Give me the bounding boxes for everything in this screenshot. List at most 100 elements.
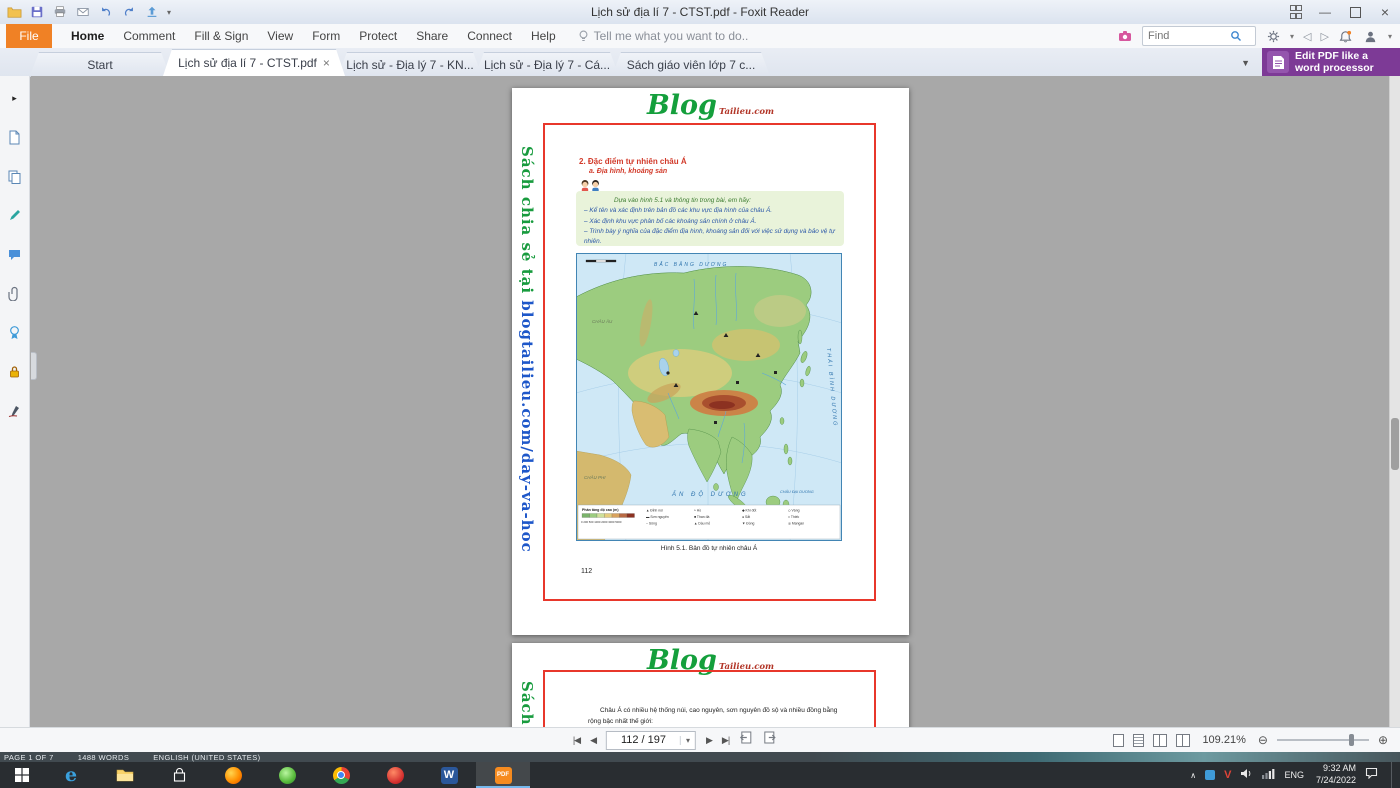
continuous-view-icon[interactable] bbox=[1133, 734, 1144, 747]
action-center-icon[interactable] bbox=[1365, 766, 1378, 784]
next-view-icon[interactable] bbox=[763, 731, 777, 749]
document-canvas[interactable]: Blog Tailieu.com Sách chia sẻ tại blogta… bbox=[31, 76, 1400, 728]
legend-item: ■ Than đá bbox=[694, 515, 709, 519]
taskbar-red-app-icon[interactable] bbox=[368, 762, 422, 788]
ribbon-tab-protect[interactable]: Protect bbox=[359, 29, 397, 43]
watermark-text-2: blogtailieu.com/day-va-hoc bbox=[518, 300, 536, 552]
panel-splitter-grip[interactable] bbox=[31, 352, 37, 380]
continuous-facing-view-icon[interactable] bbox=[1176, 734, 1190, 747]
security-lock-icon[interactable] bbox=[7, 363, 23, 379]
taskbar-foxit-icon-active[interactable]: PDF bbox=[476, 762, 530, 788]
edit-pdf-promo-button[interactable]: Edit PDF like aword processor bbox=[1262, 48, 1400, 76]
ribbon-tab-bar: File Home Comment Fill & Sign View Form … bbox=[0, 24, 1400, 49]
facing-view-icon[interactable] bbox=[1153, 734, 1167, 747]
taskbar-clock[interactable]: 9:32 AM 7/24/2022 bbox=[1316, 763, 1356, 786]
page-thumbnails-icon[interactable] bbox=[7, 129, 23, 145]
taskbar-word-icon[interactable]: W bbox=[422, 762, 476, 788]
digital-signature-badge-icon[interactable] bbox=[7, 324, 23, 340]
maximize-button[interactable] bbox=[1340, 0, 1370, 24]
doc-tab-ca[interactable]: Lịch sử - Địa lý 7 - Cá... bbox=[475, 52, 619, 76]
close-tab-icon[interactable]: × bbox=[323, 56, 330, 70]
tab-list-dropdown-icon[interactable]: ▼ bbox=[1241, 58, 1250, 68]
asia-physical-map: BẮC BĂNG DƯƠNG THÁI BÌNH DƯƠNG ẤN ĐỘ DƯƠ… bbox=[576, 253, 842, 541]
ribbon-tab-fill-sign[interactable]: Fill & Sign bbox=[194, 29, 248, 43]
bookmark-edit-icon[interactable] bbox=[7, 207, 23, 223]
page-number-box[interactable]: 112 / 197 ▾ bbox=[606, 731, 696, 750]
last-page-button[interactable]: ▶| bbox=[722, 735, 729, 746]
ribbon-tab-home[interactable]: Home bbox=[71, 29, 104, 43]
ribbon-tab-help[interactable]: Help bbox=[531, 29, 556, 43]
legend-item: ● Sắt bbox=[742, 514, 750, 519]
word-status-language[interactable]: ENGLISH (UNITED STATES) bbox=[153, 753, 260, 762]
taskbar-firefox-icon[interactable] bbox=[206, 762, 260, 788]
zoom-slider-thumb[interactable] bbox=[1349, 734, 1354, 746]
minimize-button[interactable]: — bbox=[1310, 0, 1340, 24]
show-desktop-button[interactable] bbox=[1391, 762, 1397, 788]
close-button[interactable]: × bbox=[1370, 0, 1400, 24]
map-label-oceania: CHÂU ĐẠI DƯƠNG bbox=[780, 489, 814, 494]
single-page-view-icon[interactable] bbox=[1113, 734, 1124, 747]
tell-me-box[interactable]: Tell me what you want to do.. bbox=[578, 29, 749, 43]
attachments-icon[interactable] bbox=[7, 285, 23, 301]
comments-panel-icon[interactable] bbox=[7, 246, 23, 262]
settings-dropdown-icon[interactable]: ▾ bbox=[1290, 32, 1294, 41]
doc-tab-sgv[interactable]: Sách giáo viên lớp 7 c... bbox=[612, 52, 770, 76]
signature-pen-icon[interactable] bbox=[7, 402, 23, 418]
ribbon-tab-form[interactable]: Form bbox=[312, 29, 340, 43]
scrollbar-thumb[interactable] bbox=[1391, 418, 1399, 470]
network-icon[interactable] bbox=[1262, 766, 1275, 784]
map-label-africa: CHÂU PHI bbox=[584, 474, 606, 480]
settings-gear-icon[interactable] bbox=[1265, 28, 1281, 44]
page-dropdown-icon[interactable]: ▾ bbox=[680, 736, 695, 745]
snapshot-icon[interactable] bbox=[1117, 28, 1133, 44]
doc-tab-kn[interactable]: Lịch sử - Địa lý 7 - KN... bbox=[338, 52, 482, 76]
search-icon[interactable] bbox=[1230, 30, 1242, 42]
previous-view-icon[interactable] bbox=[739, 731, 753, 749]
doc-tab-ctst-active[interactable]: Lịch sử địa lí 7 - CTST.pdf× bbox=[163, 49, 345, 76]
taskbar-store-icon[interactable] bbox=[152, 762, 206, 788]
zoom-slider[interactable] bbox=[1277, 739, 1369, 741]
start-button[interactable] bbox=[0, 762, 44, 788]
tray-app-icon-blue[interactable] bbox=[1205, 770, 1215, 780]
next-page-button[interactable]: ▶ bbox=[706, 735, 712, 746]
find-input[interactable] bbox=[1146, 29, 1230, 43]
language-indicator[interactable]: ENG bbox=[1284, 770, 1304, 780]
panel-expand-icon[interactable]: ▸ bbox=[7, 90, 23, 106]
ribbon-tab-comment[interactable]: Comment bbox=[123, 29, 175, 43]
watermark-text-1: Sách chia sẻ tại bbox=[518, 681, 536, 728]
notification-bell-icon[interactable] bbox=[1338, 28, 1354, 44]
legend-item: ◆ Khí đốt bbox=[742, 509, 756, 513]
taskbar-edge-icon[interactable]: e bbox=[44, 762, 98, 788]
page-number-value[interactable]: 112 / 197 bbox=[607, 734, 680, 746]
doc-tab-start[interactable]: Start bbox=[30, 52, 170, 76]
ribbon-tab-connect[interactable]: Connect bbox=[467, 29, 512, 43]
blog-logo: Blog Tailieu.com bbox=[512, 92, 909, 119]
zoom-out-button[interactable]: ⊖ bbox=[1258, 733, 1268, 747]
zoom-percentage[interactable]: 109.21% bbox=[1202, 734, 1245, 746]
taskbar-file-explorer-icon[interactable] bbox=[98, 762, 152, 788]
taskbar-coccoc-icon[interactable] bbox=[260, 762, 314, 788]
word-status-page[interactable]: PAGE 1 OF 7 bbox=[4, 753, 54, 762]
volume-icon[interactable] bbox=[1240, 766, 1253, 784]
zoom-in-button[interactable]: ⊕ bbox=[1378, 733, 1388, 747]
task-item-2: – Xác định khu vực phân bố các khoáng sả… bbox=[584, 217, 836, 227]
user-dropdown-icon[interactable]: ▾ bbox=[1388, 32, 1392, 41]
pages-panel-icon[interactable] bbox=[7, 168, 23, 184]
first-page-button[interactable]: |◀ bbox=[573, 735, 580, 746]
ribbon-tab-view[interactable]: View bbox=[267, 29, 293, 43]
layout-grid-icon[interactable] bbox=[1280, 0, 1310, 24]
tray-chevron-icon[interactable]: ∧ bbox=[1190, 771, 1196, 780]
back-arrow-icon[interactable]: ◁ bbox=[1303, 30, 1311, 43]
promo-line-1: Edit PDF like a bbox=[1295, 50, 1368, 62]
clock-date: 7/24/2022 bbox=[1316, 775, 1356, 785]
forward-arrow-icon[interactable]: ▷ bbox=[1321, 30, 1329, 43]
ribbon-tab-share[interactable]: Share bbox=[416, 29, 448, 43]
tray-app-icon-v[interactable]: V bbox=[1224, 769, 1231, 781]
word-status-words[interactable]: 1488 WORDS bbox=[78, 753, 130, 762]
taskbar-chrome-icon[interactable] bbox=[314, 762, 368, 788]
previous-page-button[interactable]: ◀ bbox=[590, 735, 596, 746]
vertical-scrollbar[interactable] bbox=[1389, 76, 1400, 728]
user-account-icon[interactable] bbox=[1363, 28, 1379, 44]
file-tab[interactable]: File bbox=[6, 24, 52, 48]
map-label-arctic-ocean: BẮC BĂNG DƯƠNG bbox=[654, 260, 728, 268]
